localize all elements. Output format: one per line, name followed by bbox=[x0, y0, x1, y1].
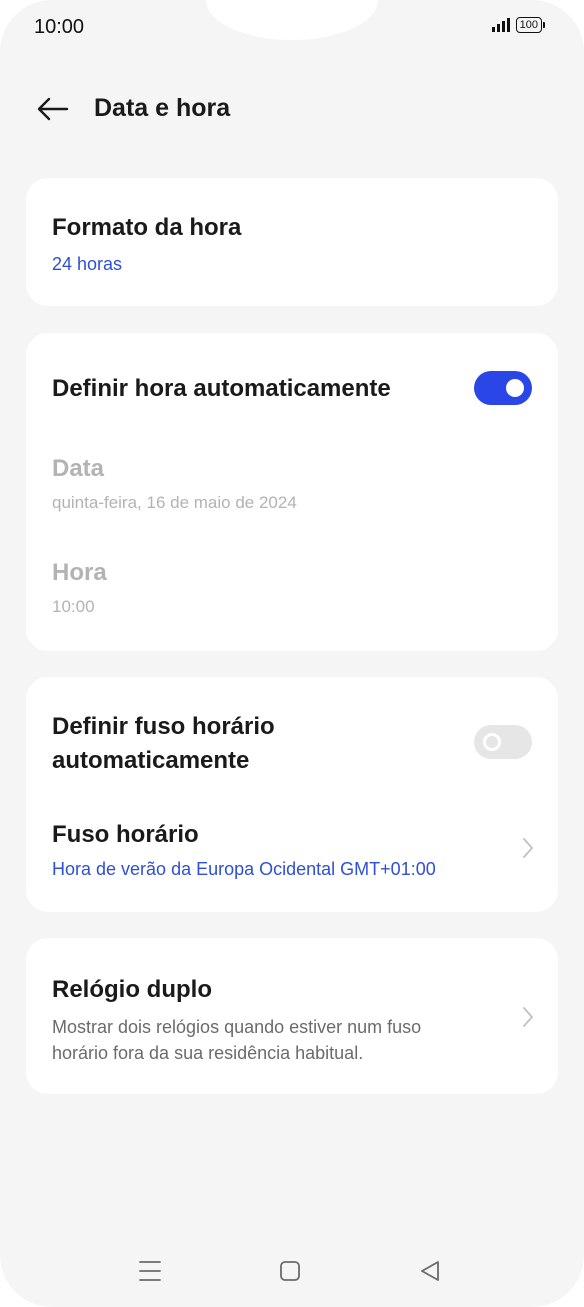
auto-timezone-toggle[interactable] bbox=[474, 725, 532, 759]
timezone-value: Hora de verão da Europa Ocidental GMT+01… bbox=[52, 859, 436, 879]
time-format-value: 24 horas bbox=[52, 254, 123, 274]
auto-time-toggle[interactable] bbox=[474, 371, 532, 405]
back-arrow-icon[interactable] bbox=[36, 96, 70, 122]
battery-level: 100 bbox=[519, 19, 538, 31]
time-value: 10:00 bbox=[52, 597, 95, 616]
dual-clock-title: Relógio duplo bbox=[52, 976, 212, 1003]
home-icon[interactable] bbox=[268, 1250, 312, 1294]
date-title: Data bbox=[52, 455, 105, 482]
phone-screen: 10:00 100 Data e hora Formato da hora 24… bbox=[0, 0, 584, 1307]
signal-icon bbox=[491, 18, 510, 32]
chevron-right-icon bbox=[523, 1007, 533, 1027]
auto-time-row[interactable]: Definir hora automaticamente bbox=[26, 333, 558, 443]
time-format-card[interactable]: Formato da hora 24 horas bbox=[26, 178, 558, 306]
auto-timezone-row[interactable]: Definir fuso horário automaticamente bbox=[26, 677, 558, 797]
auto-time-title: Definir hora automaticamente bbox=[52, 375, 391, 402]
timezone-row[interactable]: Fuso horário Hora de verão da Europa Oci… bbox=[26, 797, 558, 912]
dual-clock-desc-line2: horário fora da sua residência habitual. bbox=[52, 1043, 364, 1063]
time-format-title: Formato da hora bbox=[52, 214, 242, 241]
back-triangle-icon[interactable] bbox=[408, 1250, 452, 1294]
auto-timezone-card: Definir fuso horário automaticamente Fus… bbox=[26, 677, 558, 912]
date-value: quinta-feira, 16 de maio de 2024 bbox=[52, 493, 297, 512]
timezone-title: Fuso horário bbox=[52, 821, 199, 848]
status-time: 10:00 bbox=[34, 16, 85, 38]
navigation-bar bbox=[0, 1250, 584, 1294]
auto-timezone-title-line1: Definir fuso horário bbox=[52, 713, 275, 740]
menu-icon[interactable] bbox=[128, 1250, 172, 1294]
camera-notch bbox=[206, 0, 378, 40]
page-title: Data e hora bbox=[94, 94, 231, 122]
chevron-right-icon bbox=[523, 838, 533, 858]
app-header: Data e hora bbox=[0, 84, 584, 134]
dual-clock-desc-line1: Mostrar dois relógios quando estiver num… bbox=[52, 1017, 422, 1037]
status-indicators: 100 bbox=[491, 17, 546, 33]
time-title: Hora bbox=[52, 559, 107, 586]
dual-clock-card[interactable]: Relógio duplo Mostrar dois relógios quan… bbox=[26, 938, 558, 1094]
date-row: Data quinta-feira, 16 de maio de 2024 bbox=[26, 443, 558, 547]
status-bar: 10:00 100 bbox=[0, 0, 584, 56]
auto-time-card: Definir hora automaticamente Data quinta… bbox=[26, 333, 558, 651]
toggle-knob bbox=[483, 733, 501, 751]
auto-timezone-title-line2: automaticamente bbox=[52, 747, 250, 774]
battery-icon: 100 bbox=[515, 17, 546, 33]
toggle-knob bbox=[506, 379, 524, 397]
time-row: Hora 10:00 bbox=[26, 547, 558, 651]
